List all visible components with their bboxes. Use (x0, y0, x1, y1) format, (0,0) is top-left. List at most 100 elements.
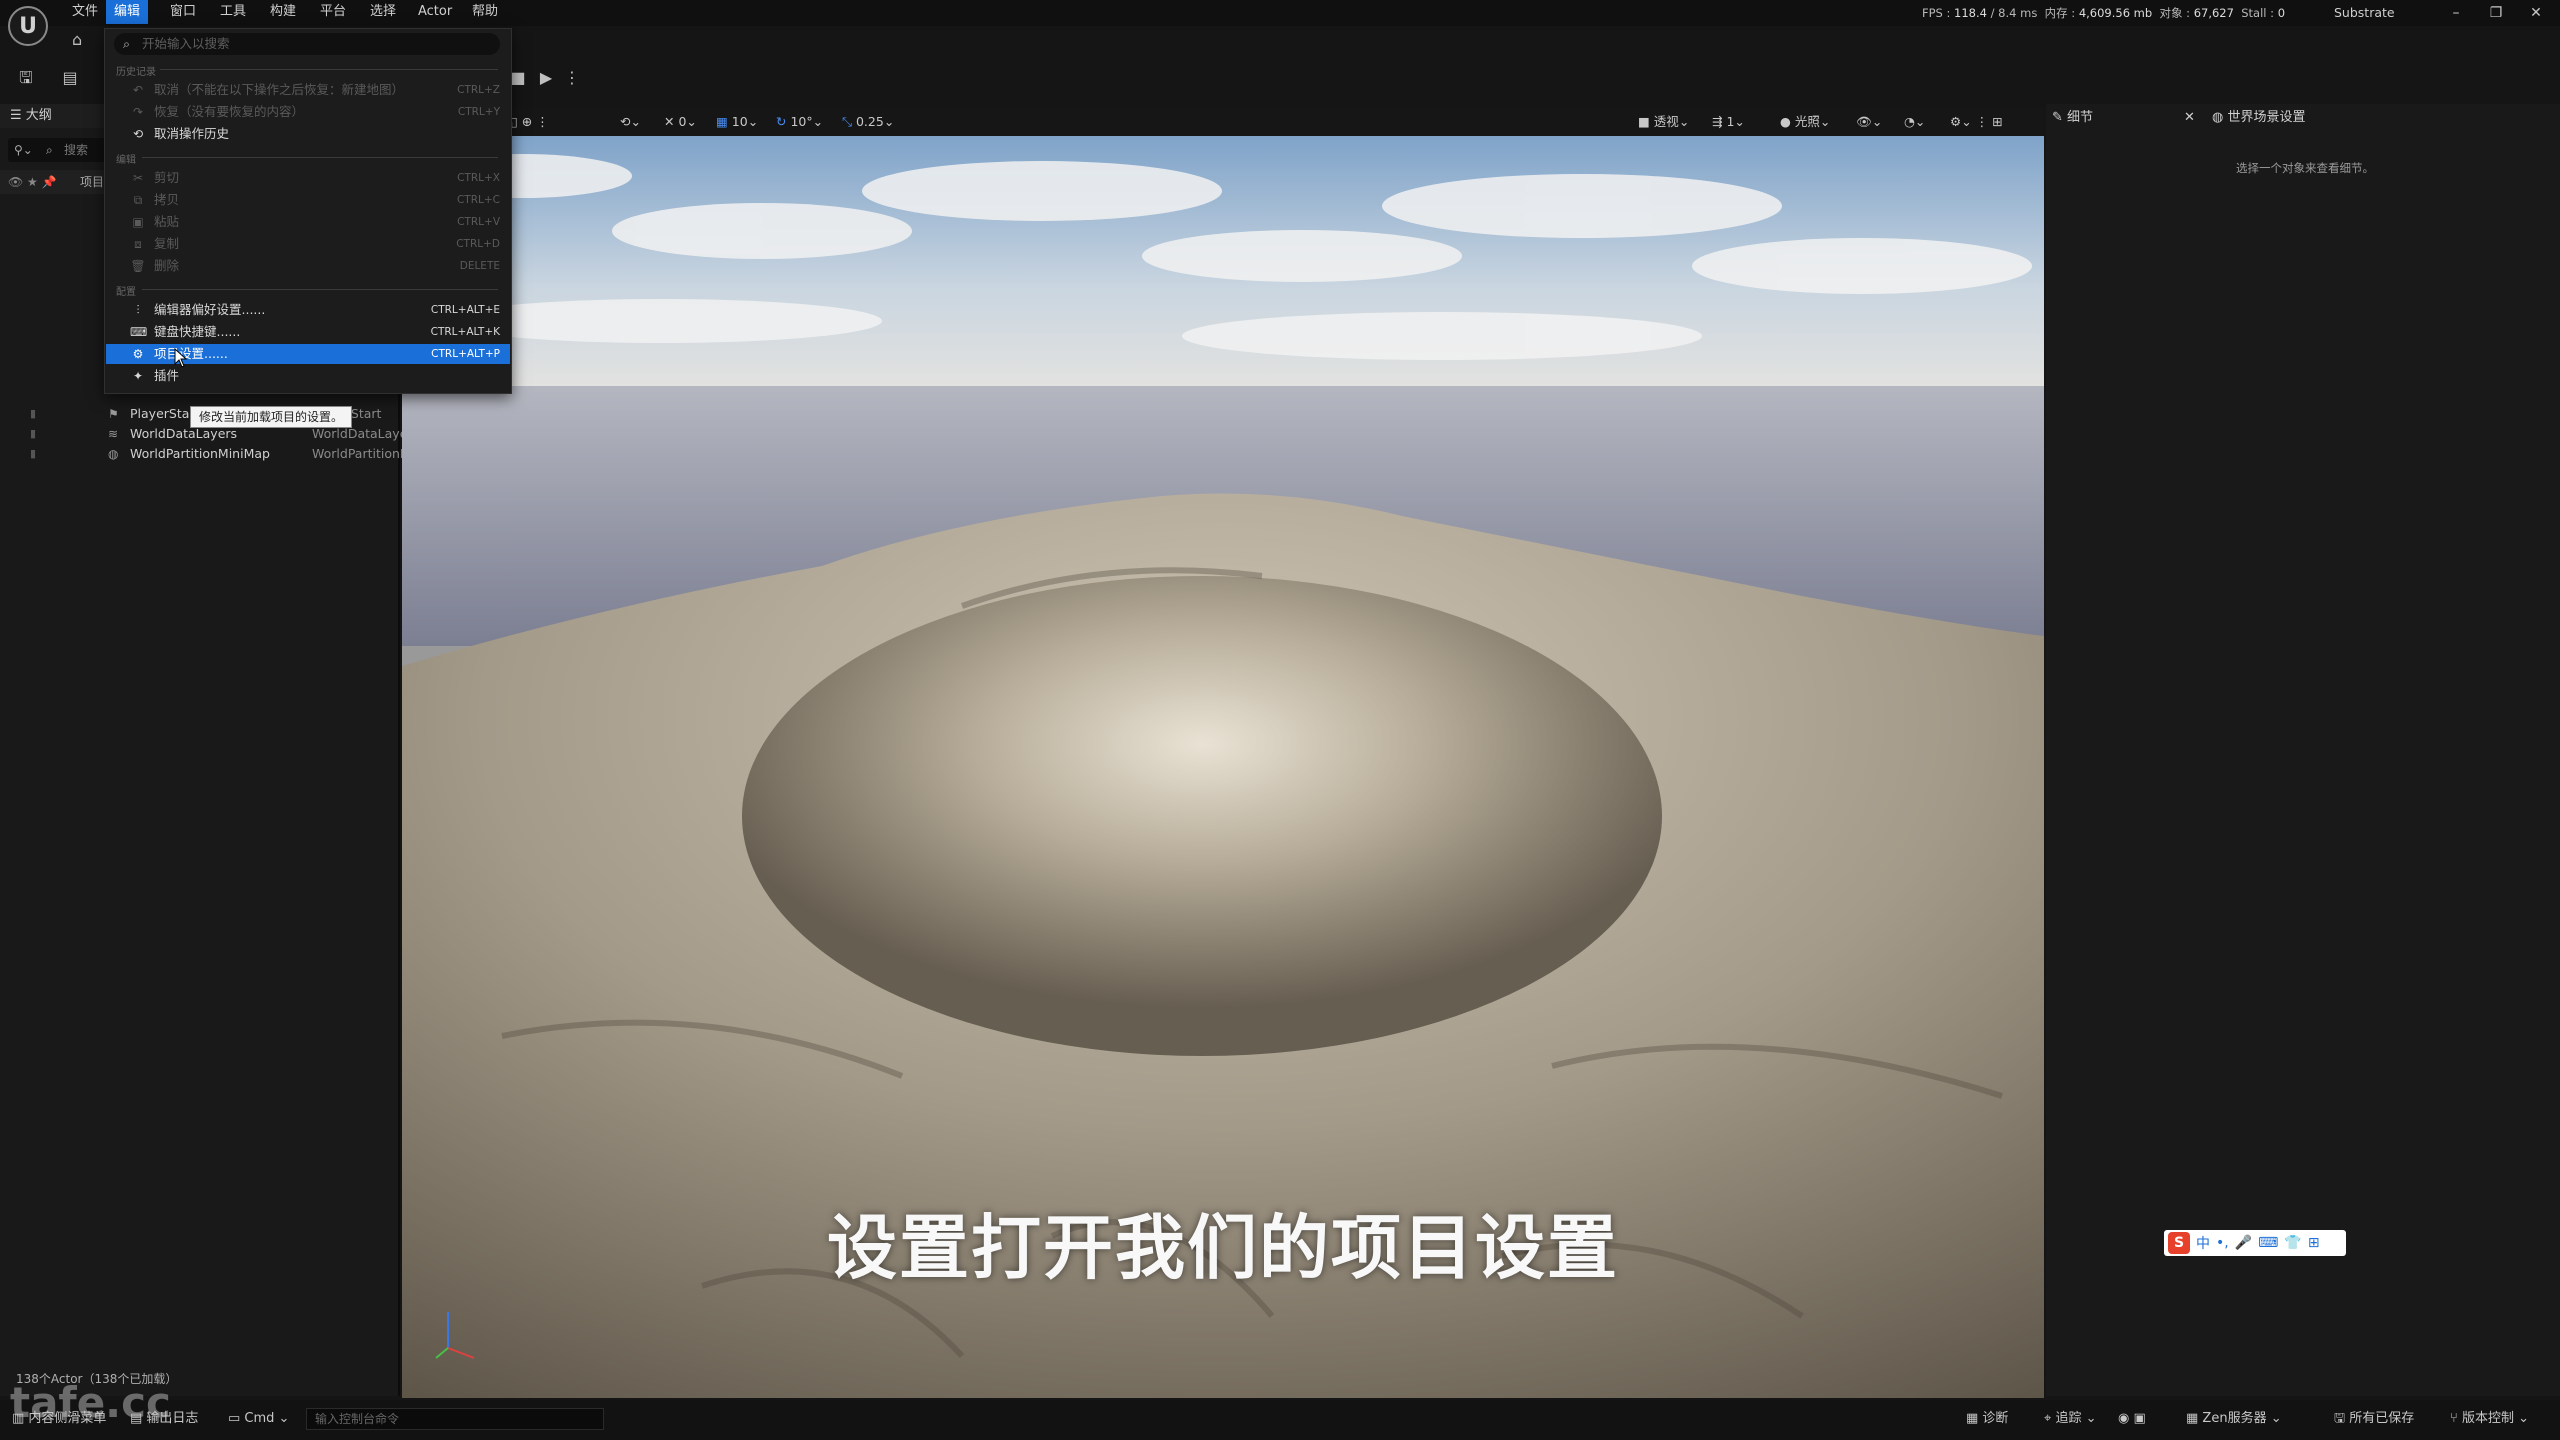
rotate-snap-icon[interactable]: ⟲⌄ (620, 112, 641, 132)
globe-icon: ◍ (2212, 110, 2228, 125)
menu-search-input[interactable]: ⌕ 开始输入以搜索 (114, 33, 500, 55)
ime-toolbar[interactable]: S 中 •, 🎤 ⌨ 👕 ⊞ (2164, 1230, 2346, 1256)
video-subtitle: 设置打开我们的项目设置 (827, 1207, 1619, 1289)
scale-snap-toggle[interactable]: ⤡ 0.25⌄ (842, 112, 894, 132)
close-icon[interactable]: ✕ (2184, 106, 2195, 130)
browse-icon[interactable]: ▤ (56, 66, 84, 90)
list-item[interactable]: ▮ ◍ WorldPartitionMiniMap WorldPartitionMin… (0, 444, 452, 464)
record-icon[interactable]: ◉ ▣ (2118, 1408, 2146, 1430)
menu-item-undo-history[interactable]: ⟲ 取消操作历史 (106, 124, 510, 144)
divider (142, 289, 498, 290)
menu-help[interactable]: 帮助 (464, 0, 506, 24)
search-icon: ⌕ (46, 143, 53, 157)
lighting-dropdown[interactable]: ● 光照⌄ (1780, 112, 1830, 132)
tab-world-settings[interactable]: ◍ 世界场景设置 (2212, 106, 2412, 130)
diagnostics-button[interactable]: ▦ 诊断 (1966, 1408, 2008, 1430)
cmd-dropdown[interactable]: ▭ Cmd ⌄ (228, 1408, 289, 1430)
menu-item-redo[interactable]: ↷ 恢复（没有要恢复的内容） CTRL+Y (106, 102, 510, 122)
sphere-icon: ● (1780, 114, 1795, 129)
play-icon[interactable]: ▶ (532, 66, 560, 90)
keyboard-icon[interactable]: ⌨ (2258, 1235, 2278, 1251)
visibility-icon[interactable]: ▮ (30, 404, 36, 424)
trace-icon: ⌖ (2044, 1411, 2056, 1426)
tab-details[interactable]: ✎ 细节 ✕ (2052, 106, 2202, 130)
menu-item-cut[interactable]: ✂ 剪切 CTRL+X (106, 168, 510, 188)
redo-icon: ↷ (132, 105, 144, 119)
menu-tools[interactable]: 工具 (212, 0, 254, 24)
menu-edit[interactable]: 编辑 (106, 0, 149, 24)
visibility-icon[interactable]: ▮ (30, 424, 36, 444)
axis-gizmo-icon (435, 1312, 475, 1359)
outliner-icon: ☰ (10, 108, 26, 123)
show-flags-dropdown[interactable]: 👁⌄ (1856, 112, 1882, 132)
zen-server-dropdown[interactable]: ▦ Zen服务器 ⌄ (2186, 1408, 2282, 1430)
restore-button[interactable]: ❐ (2476, 0, 2516, 26)
transform-icon[interactable]: ◱ ⊕ ⋮ (506, 112, 549, 132)
angle-icon: ↻ (776, 114, 791, 129)
visibility-icon[interactable]: ▮ (30, 444, 36, 464)
menu-window[interactable]: 窗口 (162, 0, 204, 24)
visibility-icon: 👁 ★ 📌 (8, 175, 57, 189)
filter-icon[interactable]: ⚲⌄ (14, 138, 33, 162)
eye-icon: 👁⌄ (1856, 114, 1883, 129)
search-icon: ⌕ (123, 36, 131, 51)
outliner-header-label: 项目 (80, 175, 105, 189)
cut-icon: ✂ (132, 171, 144, 185)
diagnostics-icon: ▦ (1966, 1411, 1983, 1426)
details-empty-hint: 选择一个对象来查看细节。 (2236, 161, 2374, 175)
paste-icon: ▣ (132, 215, 144, 229)
camera-speed-dropdown[interactable]: ⇶ 1⌄ (1712, 112, 1745, 132)
skin-icon[interactable]: 👕 (2284, 1235, 2301, 1251)
trace-dropdown[interactable]: ⌖ 追踪 ⌄ (2044, 1408, 2097, 1430)
grid-snap-toggle[interactable]: ▦ 10⌄ (716, 112, 758, 132)
globe-icon: ◍ (108, 447, 119, 461)
menu-platform[interactable]: 平台 (312, 0, 354, 24)
menu-actor[interactable]: Actor (410, 0, 460, 24)
details-panel (2046, 104, 2560, 1396)
menu-item-paste[interactable]: ▣ 粘贴 CTRL+V (106, 212, 510, 232)
viewport-settings[interactable]: ⚙⌄ ⋮ ⊞ (1950, 112, 2003, 132)
sliders-icon: ⫶ (136, 303, 140, 317)
menu-item-delete[interactable]: 🗑 删除 DELETE (106, 256, 510, 276)
console-command-input[interactable]: 输入控制台命令 (306, 1408, 604, 1430)
gauge-icon: ◔⌄ (1904, 114, 1926, 129)
surface-snap-toggle[interactable]: ✕ 0⌄ (664, 112, 697, 132)
menu-item-duplicate[interactable]: ⧈ 复制 CTRL+D (106, 234, 510, 254)
save-icon[interactable]: 🖫 (12, 66, 40, 90)
section-config: 配置 (116, 287, 136, 298)
menu-item-undo[interactable]: ↶ 取消（不能在以下操作之后恢复：新建地图） CTRL+Z (106, 80, 510, 100)
menu-file[interactable]: 文件 (64, 0, 106, 24)
source-control-dropdown[interactable]: ⑂ 版本控制 ⌄ (2450, 1408, 2529, 1430)
layers-icon: ≋ (108, 427, 119, 441)
menu-select[interactable]: 选择 (362, 0, 404, 24)
unreal-logo-icon[interactable]: U (8, 6, 48, 46)
surface-snap-icon: ✕ (664, 114, 679, 129)
menu-build[interactable]: 构建 (262, 0, 304, 24)
ime-punctuation-icon[interactable]: •, (2216, 1235, 2229, 1251)
ime-language-toggle[interactable]: 中 (2196, 1233, 2210, 1253)
menu-item-copy[interactable]: ⧉ 拷贝 CTRL+C (106, 190, 510, 210)
perspective-dropdown[interactable]: ■ 透视⌄ (1638, 112, 1689, 132)
server-icon: ▦ (2186, 1411, 2203, 1426)
menu-item-editor-preferences[interactable]: ⫶ 编辑器偏好设置...... CTRL+ALT+E (106, 300, 510, 320)
toolbox-icon[interactable]: ⊞ (2308, 1235, 2320, 1251)
home-icon[interactable]: ⌂ (72, 30, 82, 49)
save-all-button[interactable]: 🖫 所有已保存 (2334, 1408, 2414, 1430)
menu-item-plugins[interactable]: ✦ 插件 (106, 366, 510, 386)
rotation-snap-toggle[interactable]: ↻ 10°⌄ (776, 112, 823, 132)
close-button[interactable]: ✕ (2516, 0, 2556, 26)
more-options-icon[interactable]: ⋮ (558, 66, 586, 90)
menu-item-project-settings[interactable]: ⚙ 项目设置...... CTRL+ALT+P (106, 344, 510, 364)
section-edit: 编辑 (116, 155, 136, 166)
minimize-button[interactable]: – (2436, 0, 2476, 26)
undo-icon: ↶ (132, 83, 144, 97)
camera-icon: ■ (1638, 114, 1654, 129)
section-history: 历史记录 (116, 67, 156, 78)
delete-icon: 🗑 (130, 259, 146, 273)
save-icon: 🖫 (2334, 1411, 2350, 1426)
menu-item-keyboard-shortcuts[interactable]: ⌨ 键盘快捷键...... CTRL+ALT+K (106, 322, 510, 342)
outliner-tab-label: 大纲 (25, 108, 52, 123)
mouse-cursor-icon (174, 348, 188, 368)
microphone-icon[interactable]: 🎤 (2235, 1235, 2252, 1251)
performance-dropdown[interactable]: ◔⌄ (1904, 112, 1925, 132)
